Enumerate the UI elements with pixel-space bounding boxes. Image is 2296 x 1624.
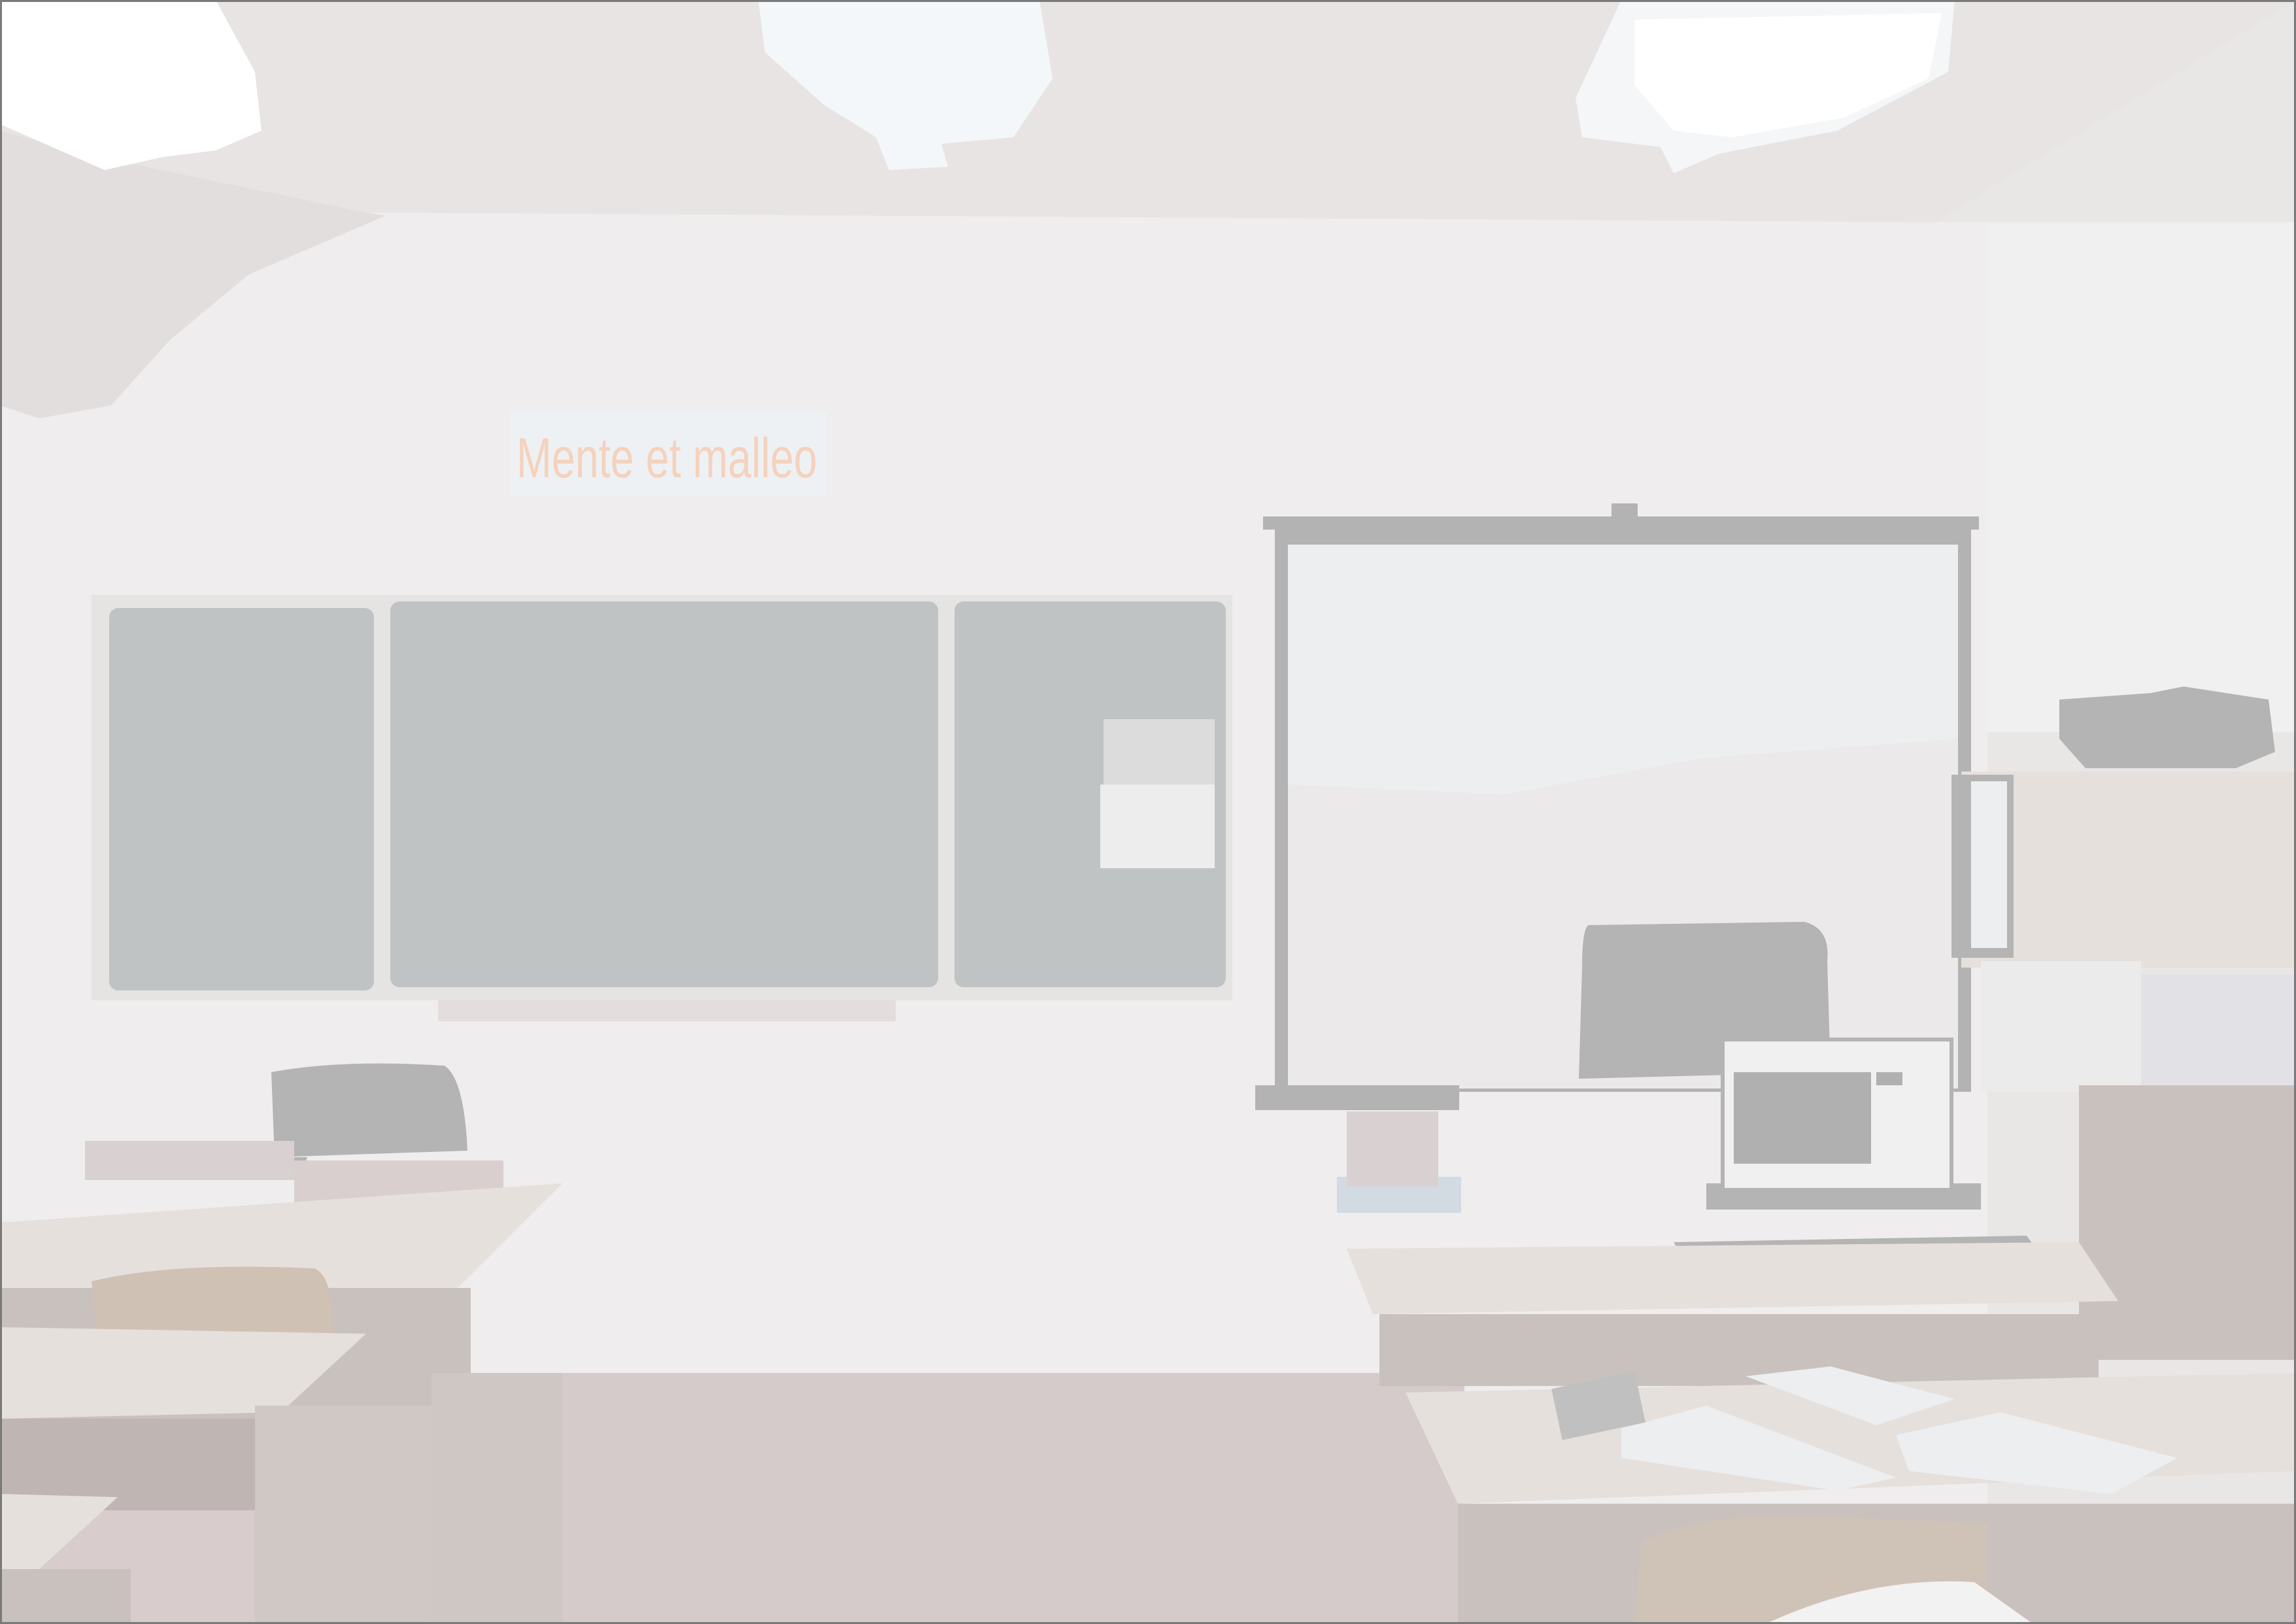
chalkboard-ledge — [438, 1000, 896, 1021]
middle-desk-frame — [255, 1406, 438, 1624]
left-chair-back — [271, 1063, 467, 1157]
classroom-illustration: Mente et malleo — [0, 0, 2296, 1624]
right-storage — [2079, 1085, 2296, 1360]
paper-note-bottom — [1100, 785, 1215, 868]
teacher-desk-front — [1379, 1314, 2099, 1386]
trash-bin — [1347, 1111, 1438, 1187]
right-wall-panel — [1987, 222, 2296, 732]
floor-center — [549, 1373, 1464, 1624]
chalkboard-panel-left — [109, 608, 374, 990]
door-panel — [1971, 781, 2007, 948]
computer-screen — [1734, 1072, 1871, 1164]
classroom-scene: Mente et malleo — [0, 0, 2296, 1624]
projector-device — [2059, 686, 2275, 768]
right-white-board — [1981, 961, 2141, 1092]
right-window-panel — [2138, 974, 2296, 1098]
front-left-desk-body — [0, 1569, 131, 1624]
back-desk-chair — [92, 1266, 333, 1340]
desk-items-left — [85, 1141, 294, 1180]
chalkboard-panel-center — [390, 601, 938, 987]
computer-button — [1876, 1072, 1902, 1085]
paper-note-top — [1104, 719, 1215, 785]
projector-screen-hook — [1612, 503, 1638, 519]
wall-sign-text: Mente et malleo — [516, 427, 817, 490]
left-floor-shadow — [431, 1373, 562, 1624]
projector-screen-bottom-bar — [1255, 1085, 1459, 1110]
